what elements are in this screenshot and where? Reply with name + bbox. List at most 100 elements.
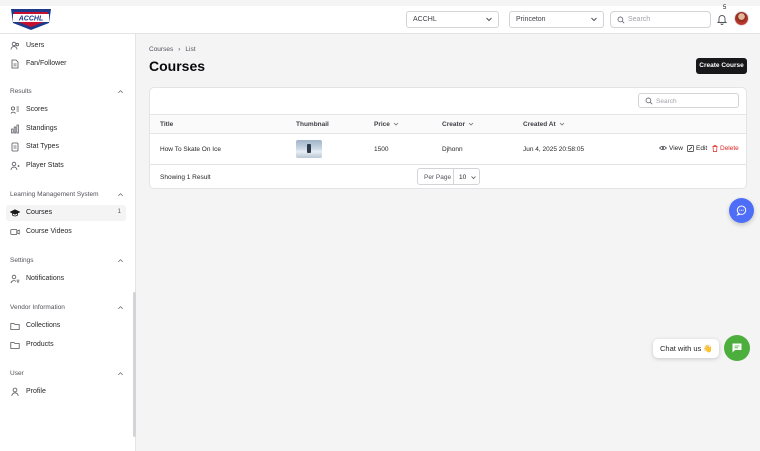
edit-button[interactable]: Edit <box>687 145 707 152</box>
group-settings-header[interactable]: Settings <box>10 255 124 267</box>
create-course-button[interactable]: Create Course <box>696 58 747 74</box>
sidebar-item-label: Notifications <box>26 275 65 282</box>
bar-chart-icon <box>11 124 19 134</box>
chat-with-us-label[interactable]: Chat with us 👋 <box>653 339 719 358</box>
group-label: Vendor Information <box>10 304 65 311</box>
top-strip <box>0 0 760 6</box>
table-search-placeholder: Search <box>656 97 677 105</box>
scores-icon <box>10 106 19 114</box>
sidebar-item-label: Products <box>26 341 54 348</box>
group-user-header[interactable]: User <box>10 368 124 380</box>
sidebar-item-label: Users <box>26 42 45 49</box>
global-search-placeholder: Search <box>628 16 651 23</box>
team-select[interactable]: Princeton <box>509 11 604 28</box>
sidebar-item-player-stats[interactable]: Player Stats <box>6 158 126 174</box>
sidebar-item-label: Scores <box>26 106 48 113</box>
sidebar-item-label: Player Stats <box>26 162 64 169</box>
delete-button[interactable]: Delete <box>712 145 739 152</box>
group-results-header[interactable]: Results <box>10 86 124 98</box>
trash-icon <box>712 145 718 152</box>
sidebar-item-label: Fan/Follower <box>26 60 67 67</box>
player-icon <box>10 161 20 171</box>
column-created-at[interactable]: Created At <box>523 121 565 128</box>
divider <box>453 169 454 184</box>
notification-count: 5 <box>723 5 727 11</box>
page-title: Courses <box>149 58 206 74</box>
courses-count-badge: 1 <box>117 209 121 215</box>
sidebar-item-fan-follower[interactable]: Fan/Follower <box>6 56 126 72</box>
chevron-right-icon: › <box>178 46 181 53</box>
sidebar-item-products[interactable]: Products <box>6 337 126 353</box>
sidebar-item-collections[interactable]: Collections <box>6 318 126 334</box>
sort-chevron-icon <box>393 122 399 126</box>
per-page-value: 10 <box>459 174 467 181</box>
group-vendor-header[interactable]: Vendor Information <box>10 302 124 314</box>
column-title[interactable]: Title <box>160 121 173 128</box>
chat-bubble-icon <box>736 205 747 216</box>
sidebar-item-courses[interactable]: Courses 1 <box>6 205 126 221</box>
group-lms-header[interactable]: Learning Management System <box>10 189 124 201</box>
breadcrumb-courses[interactable]: Courses <box>149 46 173 53</box>
avatar[interactable] <box>734 11 749 26</box>
group-label: Learning Management System <box>10 191 99 198</box>
chevron-up-icon <box>118 306 123 310</box>
column-creator[interactable]: Creator <box>442 121 474 128</box>
eye-icon <box>659 146 667 151</box>
sidebar-item-users[interactable]: Users <box>6 38 126 54</box>
sidebar-item-profile[interactable]: Profile <box>6 384 126 400</box>
sidebar: Users Fan/Follower Results Scores Standi… <box>0 34 136 451</box>
sort-chevron-icon <box>559 122 564 126</box>
chat-launcher-button[interactable] <box>724 335 750 361</box>
breadcrumb: Courses › List <box>149 46 196 53</box>
table-header: Title Thumbnail Price Creator Created At <box>150 114 746 134</box>
chevron-up-icon <box>118 372 123 376</box>
document-icon <box>11 142 19 152</box>
column-price[interactable]: Price <box>374 121 399 128</box>
course-created-at: Jun 4, 2025 20:58:05 <box>523 146 585 153</box>
view-button[interactable]: View <box>659 145 683 152</box>
table-search-input[interactable]: Search <box>638 93 739 108</box>
video-icon <box>10 229 20 235</box>
course-title: How To Skate On Ice <box>160 146 221 153</box>
sidebar-item-label: Standings <box>26 125 58 132</box>
sidebar-item-label: Profile <box>26 388 46 395</box>
per-page-select[interactable]: Per Page 10 <box>417 168 480 185</box>
course-price: 1500 <box>374 146 389 153</box>
user-icon <box>11 387 19 397</box>
messages-fab[interactable] <box>729 198 754 223</box>
league-select[interactable]: ACCHL <box>406 11 499 28</box>
sidebar-item-label: Collections <box>26 322 61 329</box>
chat-icon <box>732 343 742 353</box>
team-select-value: Princeton <box>516 16 546 23</box>
sidebar-item-label: Courses <box>26 209 53 216</box>
sidebar-item-label: Course Videos <box>26 228 72 235</box>
folder-icon <box>10 342 20 349</box>
search-icon <box>645 97 653 105</box>
chevron-up-icon <box>118 259 123 263</box>
course-thumbnail <box>296 140 322 158</box>
sidebar-item-notifications[interactable]: Notifications <box>6 271 126 287</box>
sidebar-item-course-videos[interactable]: Course Videos <box>6 224 126 240</box>
table-row[interactable]: How To Skate On Ice 1500 Djhonn Jun 4, 2… <box>150 134 746 165</box>
bell-icon[interactable] <box>716 13 728 25</box>
folder-icon <box>10 323 20 330</box>
edit-icon <box>687 145 694 152</box>
sidebar-item-standings[interactable]: Standings <box>6 121 126 137</box>
graduation-cap-icon <box>10 209 20 217</box>
per-page-label: Per Page <box>424 174 452 181</box>
league-logo[interactable]: ACCHL <box>9 5 53 31</box>
logo-text: ACCHL <box>18 16 44 23</box>
chevron-down-icon <box>591 17 597 22</box>
sort-chevron-icon <box>468 122 474 126</box>
results-summary: Showing 1 Result <box>160 174 211 181</box>
sidebar-item-scores[interactable]: Scores <box>6 102 126 118</box>
sidebar-item-label: Stat Types <box>26 143 59 150</box>
sidebar-item-stat-types[interactable]: Stat Types <box>6 139 126 155</box>
sidebar-scrollbar[interactable] <box>133 292 136 437</box>
global-search-input[interactable]: Search <box>610 11 711 28</box>
chevron-down-icon <box>471 176 476 180</box>
chevron-down-icon <box>486 17 492 22</box>
course-creator: Djhonn <box>442 146 463 153</box>
group-label: User <box>10 370 24 377</box>
users-icon <box>10 41 19 50</box>
